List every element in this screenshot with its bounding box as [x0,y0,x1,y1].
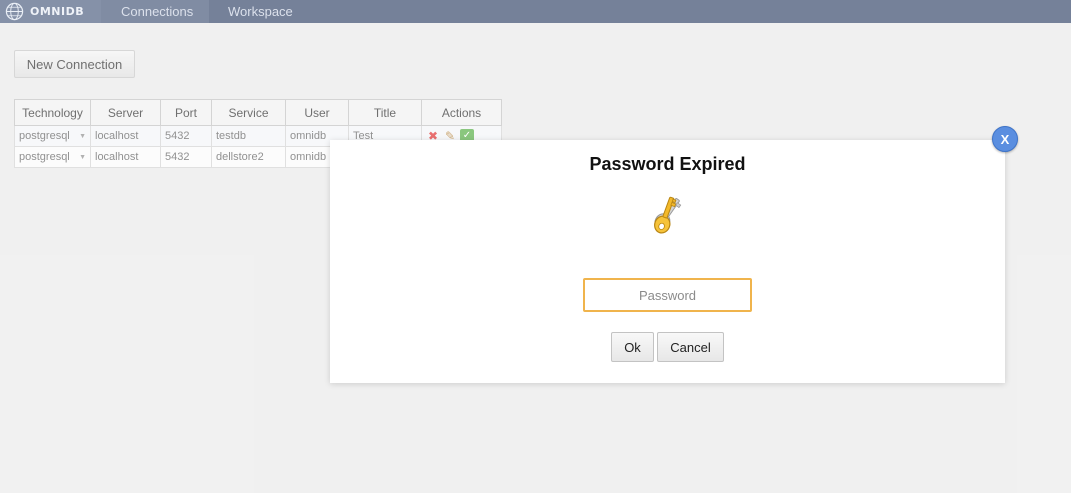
close-dialog-button[interactable]: X [992,126,1018,152]
key-icon [654,196,682,234]
dialog-title: Password Expired [589,154,746,174]
cancel-button[interactable]: Cancel [657,332,724,362]
ok-button[interactable]: Ok [611,332,654,362]
password-input[interactable] [583,278,752,312]
password-expired-dialog: Password Expired Ok Cancel [330,140,1005,383]
